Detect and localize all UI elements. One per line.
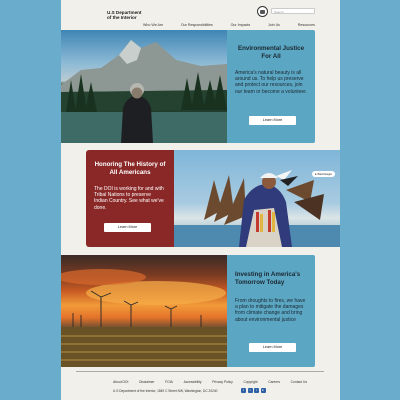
footer-divider <box>76 371 324 372</box>
social-links: f t i in <box>241 388 266 393</box>
investing-panel: Investing in America's Tomorrow Today Fr… <box>227 255 315 367</box>
photo-caption-tag[interactable]: ● Bald Eagle <box>311 171 335 177</box>
investing-section: Investing in America's Tomorrow Today Fr… <box>61 255 340 367</box>
instagram-icon[interactable]: i <box>254 388 259 393</box>
doi-brand[interactable]: U.S Department of the Interior <box>107 10 167 21</box>
footer-link-contact[interactable]: Contact Us <box>291 380 307 384</box>
nav-our-impacts[interactable]: Our Impacts <box>231 23 251 29</box>
native-dancer-photo: ● Bald Eagle <box>174 150 340 247</box>
search-input[interactable]: Search <box>271 8 315 14</box>
twitter-icon[interactable]: t <box>247 388 253 393</box>
page: U.S Department of the Interior Search Wh… <box>61 0 340 400</box>
section-title: Investing in America's Tomorrow Today <box>235 271 301 286</box>
footer-address: U.S Department of the Interior, 1849 C S… <box>113 389 218 393</box>
history-section: Honoring The History of All Americans Th… <box>61 150 340 247</box>
history-panel: Honoring The History of All Americans Th… <box>86 150 174 247</box>
footer-link-about[interactable]: About DOI <box>113 380 128 384</box>
section-title: Honoring The History of All Americans <box>94 161 166 176</box>
section-body: The DOI is working for and with Tribal N… <box>94 186 164 211</box>
footer-link-privacy[interactable]: Privacy Policy <box>212 380 233 384</box>
linkedin-icon[interactable]: in <box>260 388 266 393</box>
mountain-lake-photo <box>61 30 227 143</box>
footer-link-disclaimer[interactable]: Disclaimer <box>139 380 154 384</box>
nav-our-responsibilities[interactable]: Our Responsibilities <box>181 23 213 29</box>
footer-link-careers[interactable]: Careers <box>268 380 280 384</box>
facebook-icon[interactable]: f <box>241 388 246 393</box>
footer-link-copyright[interactable]: Copyright <box>243 380 257 384</box>
learn-more-button[interactable]: Learn More <box>249 343 296 352</box>
environmental-justice-panel: Environmental Justice For All America's … <box>227 30 315 143</box>
main-nav: Who We Are Our Responsibilities Our Impa… <box>143 23 315 29</box>
learn-more-button[interactable]: Learn More <box>249 116 296 125</box>
section-body: America's natural beauty is all around u… <box>235 70 307 95</box>
section-body: From droughts to fires, we have a plan t… <box>235 298 306 323</box>
nav-join-us[interactable]: Join Us <box>268 23 280 29</box>
nav-resources[interactable]: Resources <box>298 23 315 29</box>
footer-link-accessibility[interactable]: Accessibility <box>184 380 202 384</box>
learn-more-button[interactable]: Learn More <box>104 223 151 232</box>
doi-seal-icon[interactable] <box>257 6 268 17</box>
brand-line-2: of the Interior <box>107 15 137 21</box>
nav-who-we-are[interactable]: Who We Are <box>143 23 163 29</box>
environmental-justice-section: Environmental Justice For All America's … <box>61 30 340 143</box>
footer-link-foia[interactable]: FOIA <box>165 380 173 384</box>
footer-links: About DOI Disclaimer FOIA Accessibility … <box>113 380 307 384</box>
wind-farm-sunset-photo <box>61 255 227 367</box>
section-title: Environmental Justice For All <box>237 45 305 60</box>
